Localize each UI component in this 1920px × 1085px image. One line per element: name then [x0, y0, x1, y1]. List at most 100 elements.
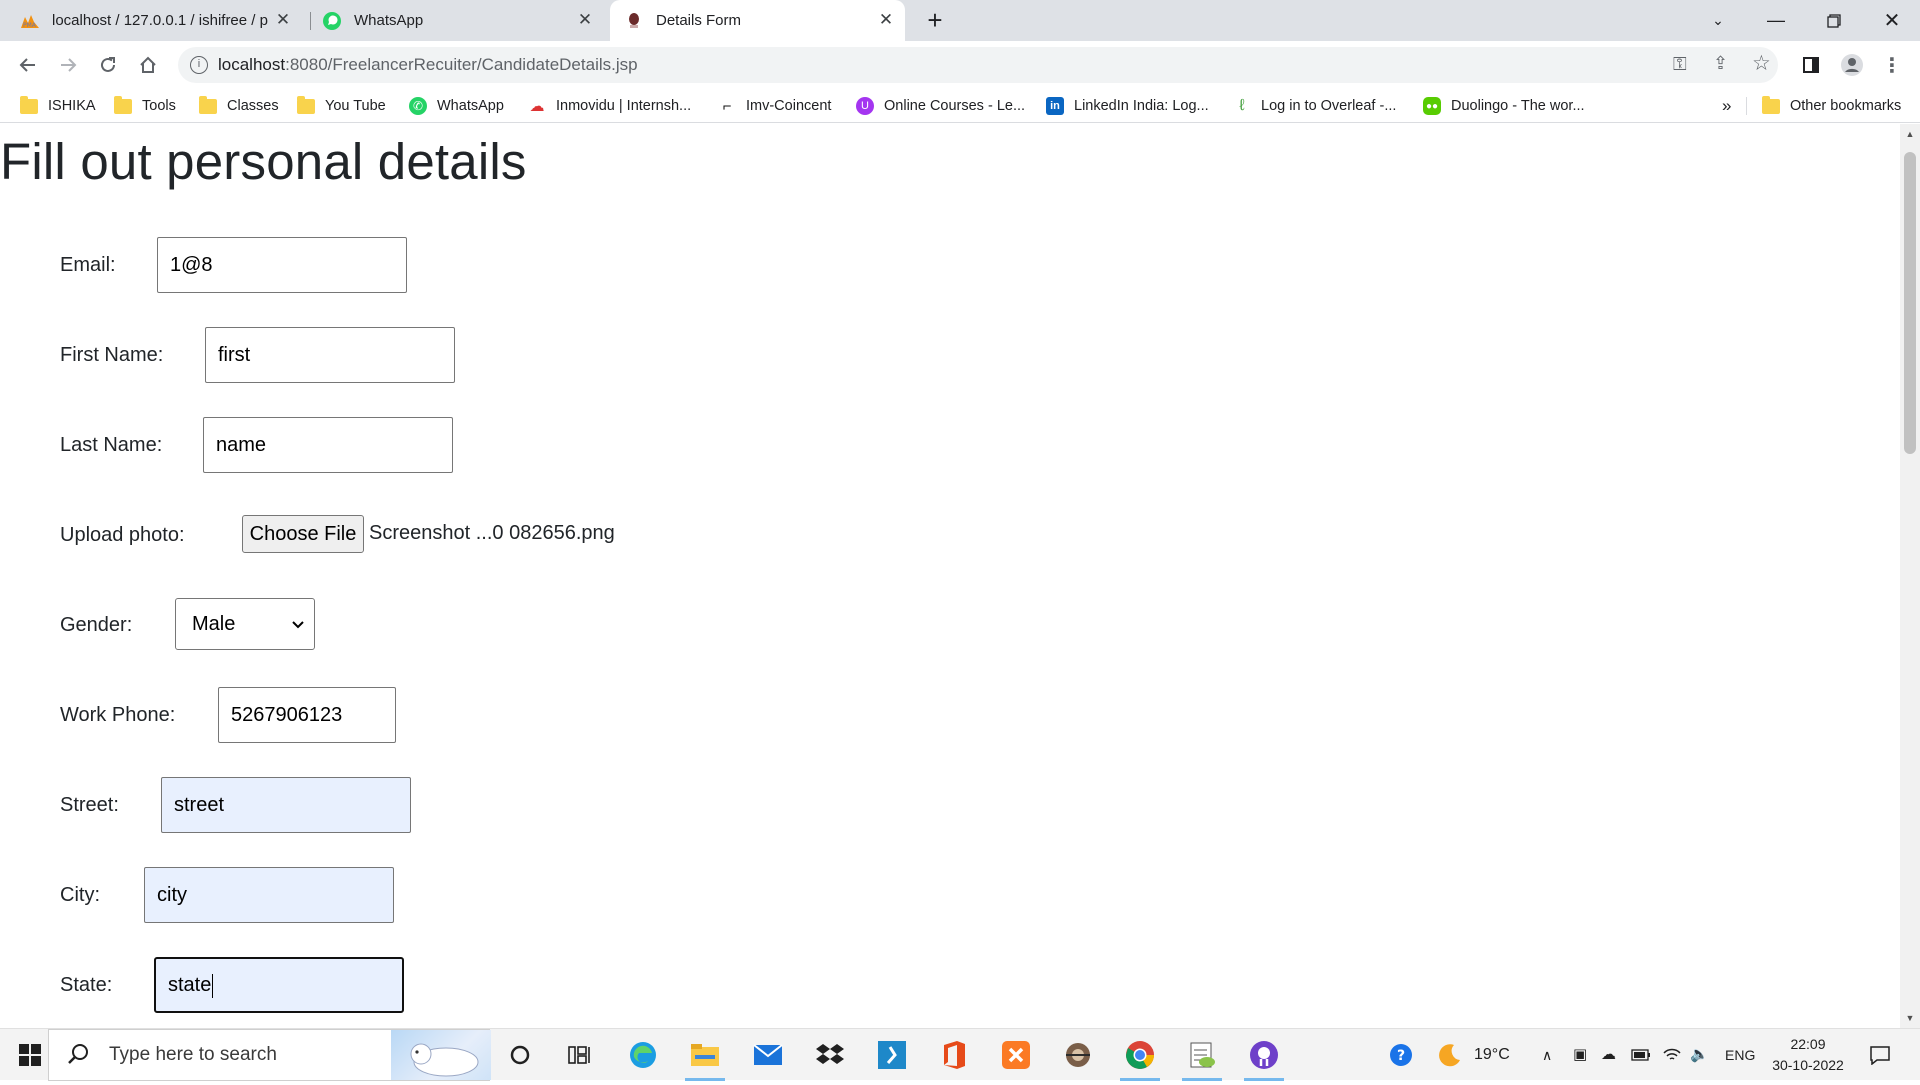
home-icon[interactable]	[132, 49, 164, 81]
choose-file-button[interactable]: Choose File	[242, 515, 364, 553]
tab-search-icon[interactable]: ⌄	[1694, 0, 1742, 41]
taskbar-search-box[interactable]: Type here to search	[48, 1029, 491, 1081]
tab-details-form[interactable]: Details Form ✕	[610, 0, 905, 41]
bookmark-ishika[interactable]: ISHIKA	[20, 94, 96, 118]
office-icon[interactable]	[934, 1035, 974, 1075]
notification-center-icon[interactable]	[1860, 1035, 1900, 1075]
state-field[interactable]: state	[154, 957, 404, 1013]
help-icon[interactable]: ?	[1381, 1035, 1421, 1075]
text-caret	[212, 973, 214, 998]
menu-kebab-icon[interactable]: ⋮	[1876, 49, 1908, 81]
show-hidden-icons-chevron-up-icon[interactable]: ∧	[1542, 1029, 1552, 1081]
input-language[interactable]: ENG	[1725, 1029, 1755, 1081]
minimize-button[interactable]: —	[1752, 0, 1800, 41]
bookmark-duolingo[interactable]: ●● Duolingo - The wor...	[1423, 94, 1585, 118]
close-tab-icon[interactable]: ✕	[576, 10, 594, 29]
dropbox-icon[interactable]	[810, 1035, 850, 1075]
cortana-icon[interactable]	[500, 1035, 540, 1075]
powershell-icon[interactable]	[872, 1035, 912, 1075]
work-phone-field[interactable]: 5267906123	[218, 687, 396, 743]
folder-icon	[1762, 95, 1780, 115]
notepad-plus-icon[interactable]	[1182, 1035, 1222, 1081]
chosen-file-name: Screenshot ...0 082656.png	[369, 522, 615, 544]
gender-label: Gender:	[60, 614, 133, 636]
whatsapp-icon	[322, 11, 342, 31]
overleaf-icon: ℓ	[1233, 97, 1251, 115]
imv-icon: ⌐	[718, 97, 736, 115]
forward-icon[interactable]	[52, 49, 84, 81]
email-field[interactable]: 1@8	[157, 237, 407, 293]
onedrive-cloud-icon[interactable]: ☁	[1601, 1029, 1616, 1081]
profile-avatar-icon[interactable]	[1836, 49, 1868, 81]
chrome-icon[interactable]	[1120, 1035, 1160, 1081]
site-info-icon[interactable]: i	[190, 56, 208, 74]
password-key-icon[interactable]: ⚿	[1673, 54, 1687, 75]
bookmark-online-courses[interactable]: U Online Courses - Le...	[856, 94, 1025, 118]
taskbar-clock[interactable]: 22:09 30-10-2022	[1758, 1034, 1858, 1076]
first-name-field[interactable]: first	[205, 327, 455, 383]
street-field[interactable]: street	[161, 777, 411, 833]
folder-icon	[199, 95, 217, 115]
url-text[interactable]: localhost:8080/FreelancerRecuiter/Candid…	[218, 47, 638, 83]
bookmark-overleaf[interactable]: ℓ Log in to Overleaf -...	[1233, 94, 1396, 118]
bookmark-tools[interactable]: Tools	[114, 94, 176, 118]
tab-strip: PMA localhost / 127.0.0.1 / ishifree / p…	[0, 0, 1920, 41]
new-tab-button[interactable]: +	[920, 5, 950, 35]
share-icon[interactable]: ⇪	[1713, 53, 1728, 74]
state-field-value: state	[168, 974, 212, 996]
scroll-thumb[interactable]	[1904, 152, 1916, 454]
bookmark-linkedin[interactable]: in LinkedIn India: Log...	[1046, 94, 1209, 118]
close-tab-icon[interactable]: ✕	[877, 10, 895, 29]
github-desktop-icon[interactable]	[1244, 1035, 1284, 1081]
last-name-field[interactable]: name	[203, 417, 453, 473]
gender-select[interactable]: Male	[175, 598, 315, 650]
task-view-icon[interactable]	[560, 1035, 600, 1075]
bookmark-inmovidu[interactable]: ☁ Inmovidu | Internsh...	[528, 94, 691, 118]
tab-whatsapp[interactable]: WhatsApp ✕	[322, 0, 604, 41]
city-field[interactable]: city	[144, 867, 394, 923]
bookmark-classes[interactable]: Classes	[199, 94, 279, 118]
mail-icon[interactable]	[748, 1035, 788, 1075]
xampp-icon[interactable]	[996, 1035, 1036, 1075]
scroll-up-arrow[interactable]: ▲	[1904, 128, 1916, 140]
close-tab-icon[interactable]: ✕	[274, 10, 292, 29]
bookmark-imv-coincent[interactable]: ⌐ Imv-Coincent	[718, 94, 831, 118]
street-label: Street:	[60, 794, 119, 816]
folder-icon	[297, 95, 315, 115]
edge-icon[interactable]	[623, 1035, 663, 1075]
tab-phpmyadmin[interactable]: PMA localhost / 127.0.0.1 / ishifree / p…	[20, 0, 302, 41]
folder-icon	[114, 95, 132, 115]
wifi-icon[interactable]	[1663, 1029, 1681, 1081]
tab-separator	[310, 12, 311, 30]
back-icon[interactable]	[12, 49, 44, 81]
close-window-button[interactable]: ✕	[1868, 0, 1916, 41]
tab-title: WhatsApp	[354, 12, 424, 29]
city-label: City:	[60, 884, 100, 906]
inmovidu-icon: ☁	[528, 97, 546, 115]
weather-moon-icon[interactable]	[1430, 1035, 1470, 1075]
weather-temperature[interactable]: 19°C	[1474, 1029, 1510, 1081]
side-panel-icon[interactable]	[1795, 49, 1827, 81]
more-bookmarks-button[interactable]: »	[1722, 94, 1731, 118]
other-bookmarks[interactable]: Other bookmarks	[1762, 94, 1901, 118]
bookmark-whatsapp[interactable]: ✆ WhatsApp	[409, 94, 504, 118]
page-scrollbar[interactable]: ▲ ▼	[1900, 124, 1920, 1028]
windows-start-icon[interactable]	[10, 1035, 50, 1075]
reload-icon[interactable]	[92, 49, 124, 81]
bookmark-star-icon[interactable]: ☆	[1752, 51, 1771, 76]
meet-now-icon[interactable]: ▣	[1573, 1029, 1587, 1081]
state-label: State:	[60, 974, 113, 996]
restore-button[interactable]	[1810, 0, 1858, 41]
email-label: Email:	[60, 254, 116, 276]
tab-title: localhost / 127.0.0.1 / ishifree / p	[52, 12, 268, 29]
file-explorer-icon[interactable]	[685, 1035, 725, 1081]
last-name-label: Last Name:	[60, 434, 163, 456]
udemy-icon: U	[856, 97, 874, 115]
bookmark-youtube[interactable]: You Tube	[297, 94, 386, 118]
gender-selected-value: Male	[192, 613, 236, 635]
scroll-down-arrow[interactable]: ▼	[1904, 1012, 1916, 1024]
address-bar[interactable]: i localhost:8080/FreelancerRecuiter/Cand…	[178, 47, 1778, 83]
battery-icon[interactable]	[1631, 1029, 1651, 1081]
eclipse-icon[interactable]	[1058, 1035, 1098, 1075]
volume-icon[interactable]: 🔈	[1690, 1029, 1709, 1081]
